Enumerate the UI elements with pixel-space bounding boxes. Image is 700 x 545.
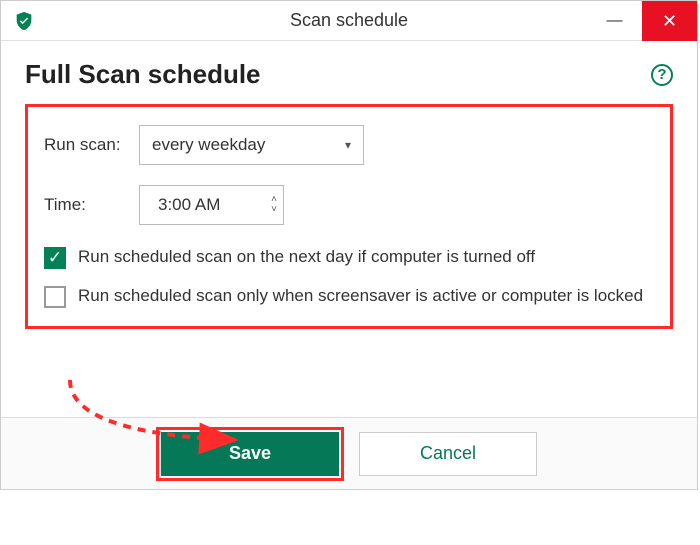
close-button[interactable]: ✕ bbox=[642, 1, 697, 41]
save-button[interactable]: Save bbox=[161, 432, 339, 476]
checkbox-screensaver[interactable] bbox=[44, 286, 66, 308]
app-shield-icon bbox=[13, 10, 35, 32]
time-input[interactable]: 3:00 AM ˄ ˅ bbox=[139, 185, 284, 225]
time-label: Time: bbox=[44, 195, 139, 215]
run-scan-dropdown[interactable]: every weekday ▾ bbox=[139, 125, 364, 165]
window-controls: — ✕ bbox=[587, 1, 697, 41]
run-scan-label: Run scan: bbox=[44, 135, 139, 155]
content-area: Full Scan schedule ? Run scan: every wee… bbox=[1, 41, 697, 329]
spin-down-icon[interactable]: ˅ bbox=[271, 206, 277, 214]
page-title-row: Full Scan schedule ? bbox=[25, 59, 673, 90]
checkbox-next-day[interactable]: ✓ bbox=[44, 247, 66, 269]
run-scan-value: every weekday bbox=[152, 135, 265, 155]
scan-schedule-window: Scan schedule — ✕ Full Scan schedule ? R… bbox=[0, 0, 698, 490]
settings-panel: Run scan: every weekday ▾ Time: 3:00 AM … bbox=[25, 104, 673, 329]
spin-up-icon[interactable]: ˄ bbox=[271, 196, 277, 204]
time-spinner[interactable]: ˄ ˅ bbox=[271, 196, 277, 214]
checkbox-screensaver-label: Run scheduled scan only when screensaver… bbox=[78, 284, 654, 309]
check-icon: ✓ bbox=[48, 246, 62, 271]
footer: Save Cancel bbox=[1, 417, 697, 489]
help-icon[interactable]: ? bbox=[651, 64, 673, 86]
run-scan-row: Run scan: every weekday ▾ bbox=[44, 125, 654, 165]
minimize-button[interactable]: — bbox=[587, 1, 642, 41]
time-row: Time: 3:00 AM ˄ ˅ bbox=[44, 185, 654, 225]
page-title: Full Scan schedule bbox=[25, 59, 261, 90]
checkbox-next-day-row: ✓ Run scheduled scan on the next day if … bbox=[44, 245, 654, 270]
cancel-button[interactable]: Cancel bbox=[359, 432, 537, 476]
titlebar: Scan schedule — ✕ bbox=[1, 1, 697, 41]
checkbox-screensaver-row: Run scheduled scan only when screensaver… bbox=[44, 284, 654, 309]
time-value: 3:00 AM bbox=[158, 195, 220, 215]
chevron-down-icon: ▾ bbox=[345, 138, 351, 152]
checkbox-next-day-label: Run scheduled scan on the next day if co… bbox=[78, 245, 654, 270]
